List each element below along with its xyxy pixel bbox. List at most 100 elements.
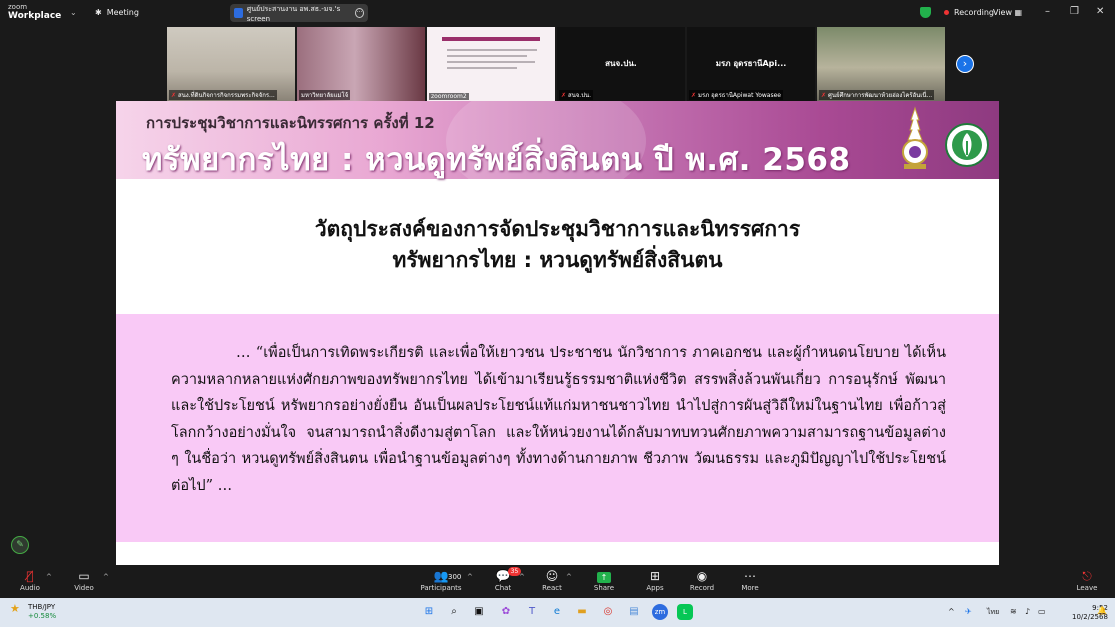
participant-name: มหาวิทยาลัยแม่โจ้ — [299, 90, 351, 100]
view-label: View — [993, 8, 1012, 17]
task-view-icon[interactable]: ▣ — [471, 604, 487, 620]
more-icon: ⋯ — [744, 569, 756, 583]
quote-box: … “เพื่อเป็นการเทิดพระเกียรติ และเพื่อให… — [116, 314, 999, 542]
doc-header — [442, 37, 540, 41]
participant-tile[interactable]: ✗ สนง.ที่ดินกิจการกิจกรรมพระกิจจักร... — [167, 27, 295, 101]
ticker-label: THB/JPY — [28, 603, 56, 611]
windows-start-icon[interactable]: ⊞ — [421, 604, 437, 620]
ticker-change: +0.58% — [28, 612, 57, 620]
video-options-caret-icon[interactable]: ^ — [103, 573, 109, 581]
participants-label: Participants — [420, 584, 462, 592]
edge-icon[interactable]: e — [549, 604, 565, 620]
copilot-icon[interactable]: ✿ — [498, 604, 514, 620]
next-page-icon[interactable]: › — [956, 55, 974, 73]
video-button[interactable]: ▭ Video — [59, 568, 109, 592]
annotate-pen-icon[interactable]: ✎ — [11, 536, 29, 554]
participant-name: ✗ สนง.ที่ดินกิจการกิจกรรมพระกิจจักร... — [169, 90, 277, 100]
language-indicator[interactable]: ไทย — [987, 607, 999, 618]
share-title: ศูนย์ประสานงาน อพ.สธ.-มจ.'s screen — [246, 4, 341, 23]
participant-label: zoomroom2 — [431, 93, 467, 100]
participant-tile[interactable]: zoomroom2 — [427, 27, 555, 101]
minimize-icon[interactable]: – — [1045, 6, 1050, 17]
chat-options-caret-icon[interactable]: ^ — [519, 573, 525, 581]
participant-strip: ✗ สนง.ที่ดินกิจการกิจกรรมพระกิจจักร... มห… — [167, 27, 945, 101]
audio-options-caret-icon[interactable]: ^ — [46, 573, 52, 581]
meeting-menu[interactable]: ✱ Meeting — [95, 8, 139, 17]
participants-button[interactable]: 👥 300 Participants — [414, 568, 468, 592]
doc-line — [447, 49, 537, 51]
battery-icon[interactable]: ▭ — [1038, 607, 1046, 616]
stock-widget[interactable]: ★ THB/JPY +0.58% — [10, 603, 56, 621]
mic-muted-icon: ✗ — [171, 92, 177, 99]
search-icon[interactable]: ⌕ — [446, 604, 462, 620]
shield-icon — [920, 7, 931, 18]
video-camera-icon: ▭ — [78, 569, 90, 583]
participant-label: มรภ อุดรธานีApiwat Yowasee — [698, 92, 781, 99]
slide-subtitle: การประชุมวิชาการและนิทรรศการ ครั้งที่ 12 — [146, 114, 435, 132]
grid-icon: ▦ — [1014, 8, 1023, 17]
teams-icon[interactable]: T — [524, 604, 540, 620]
leave-button[interactable]: ⎋ Leave — [1062, 568, 1112, 592]
wifi-icon[interactable]: ≋ — [1010, 607, 1017, 616]
apps-icon: ⊞ — [649, 569, 661, 583]
organization-logo-icon — [945, 123, 989, 167]
record-button[interactable]: ◉ Record — [677, 568, 727, 592]
participant-tile[interactable]: สนจ.ปน. ✗ สนจ.ปน. — [557, 27, 685, 101]
share-app-icon — [234, 8, 243, 18]
participant-name: zoomroom2 — [429, 93, 469, 100]
photos-icon[interactable]: ▤ — [626, 604, 642, 620]
mic-muted-icon: ✗ — [691, 92, 697, 99]
record-dot-icon — [944, 10, 949, 15]
slide-heading-line1: วัตถุประสงค์ของการจัดประชุมวิชาการและนิท… — [314, 217, 801, 241]
participants-options-caret-icon[interactable]: ^ — [467, 573, 473, 581]
meeting-label: Meeting — [106, 8, 139, 17]
zoom-taskbar-icon[interactable]: zm — [652, 604, 668, 620]
slide-heading-line2: ทรัพยากรไทย : หวนดูทรัพย์สิ่งสินตน — [392, 248, 723, 272]
windows-taskbar: ★ THB/JPY +0.58% ⊞ ⌕ ▣ ✿ T e ▬ ◎ ▤ zm L … — [0, 598, 1115, 627]
close-icon[interactable]: ✕ — [1096, 6, 1104, 17]
screen-share-indicator[interactable]: ศูนย์ประสานงาน อพ.สธ.-มจ.'s screen ··· — [230, 4, 368, 23]
slide-banner: การประชุมวิชาการและนิทรรศการ ครั้งที่ 12… — [116, 101, 999, 201]
tray-overflow-icon[interactable]: ^ — [948, 607, 955, 616]
volume-icon[interactable]: ♪ — [1025, 607, 1030, 616]
network-tray-icon[interactable]: ✈ — [965, 607, 972, 616]
share-label: Share — [593, 584, 615, 592]
chevron-down-icon[interactable]: ⌄ — [70, 8, 77, 17]
mic-muted-icon: ✗ — [821, 92, 827, 99]
participant-label: มหาวิทยาลัยแม่โจ้ — [301, 92, 349, 99]
royal-emblem-icon — [902, 106, 928, 169]
participant-tile-active[interactable]: มหาวิทยาลัยแม่โจ้ — [297, 27, 425, 101]
line-icon[interactable]: L — [677, 604, 693, 620]
participant-label: สนจ.ปน. — [568, 92, 592, 99]
react-options-caret-icon[interactable]: ^ — [566, 573, 572, 581]
video-feed — [427, 27, 555, 101]
record-icon: ◉ — [696, 569, 708, 583]
participant-name: ✗ มรภ อุดรธานีApiwat Yowasee — [689, 90, 783, 100]
apps-button[interactable]: ⊞ Apps — [630, 568, 680, 592]
share-screen-icon: ↑ — [579, 568, 629, 584]
leave-icon: ⎋ — [1082, 569, 1092, 583]
leave-label: Leave — [1076, 584, 1098, 592]
file-explorer-icon[interactable]: ▬ — [574, 604, 590, 620]
objective-quote: … “เพื่อเป็นการเทิดพระเกียรติ และเพื่อให… — [171, 345, 946, 494]
meeting-toolbar: 🎙̸ Audio ^ ▭ Video ^ 👥 300 Participants … — [0, 565, 1115, 598]
zoom-logo[interactable]: zoom Workplace — [8, 3, 61, 21]
notification-bell-icon[interactable]: 🔔 — [1097, 606, 1107, 615]
more-options-icon[interactable]: ··· — [355, 8, 364, 18]
chat-label: Chat — [494, 584, 512, 592]
restore-icon[interactable]: ❐ — [1070, 6, 1079, 17]
participants-count: 300 — [448, 573, 462, 581]
chrome-icon[interactable]: ◎ — [600, 604, 616, 620]
meeting-icon: ✱ — [95, 8, 102, 17]
record-label: Record — [689, 584, 715, 592]
share-button[interactable]: ↑ Share — [579, 568, 629, 592]
participant-tile[interactable]: มรภ อุดรธานีApi... ✗ มรภ อุดรธานีApiwat Y… — [687, 27, 815, 101]
audio-label: Audio — [20, 584, 40, 592]
apps-label: Apps — [646, 584, 664, 592]
participant-name: ✗ สนจ.ปน. — [559, 90, 594, 100]
more-button[interactable]: ⋯ More — [725, 568, 775, 592]
recording-indicator[interactable]: Recording — [920, 7, 994, 18]
title-bar: zoom Workplace ⌄ ✱ Meeting ศูนย์ประสานงา… — [0, 0, 1115, 27]
participant-tile[interactable]: ✗ ศูนย์ศึกษาการพัฒนาห้วยฮ่องไคร้อันเนื่..… — [817, 27, 945, 101]
view-menu[interactable]: View ▦ — [993, 8, 1022, 17]
